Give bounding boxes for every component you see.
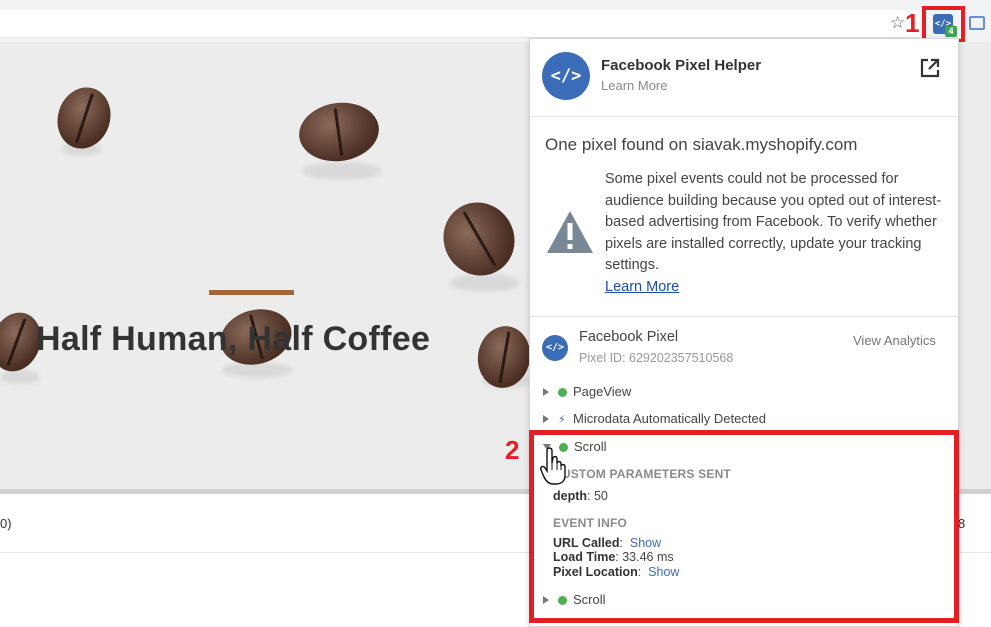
event-name: Microdata Automatically Detected <box>573 411 766 426</box>
pixel-code-icon: </> <box>542 335 568 361</box>
title-accent-rule <box>209 290 294 295</box>
bean-shadow <box>450 274 520 292</box>
warning-message: Some pixel events could not be processed… <box>605 169 950 298</box>
lightning-icon: ⚡ <box>558 413 566 426</box>
bean-shadow <box>302 162 382 180</box>
coffee-bean-image <box>295 97 383 167</box>
hand-cursor-icon <box>540 447 566 485</box>
page-text-fragment: 0) <box>0 516 12 531</box>
callout-number-1: 1 <box>905 8 920 38</box>
event-name: PageView <box>573 384 632 399</box>
expand-triangle-icon[interactable] <box>543 415 549 423</box>
highlight-box <box>529 430 959 623</box>
warning-text: Some pixel events could not be processed… <box>605 171 942 273</box>
pixel-helper-logo-icon: </> <box>542 52 590 100</box>
extension-icon[interactable] <box>969 16 985 30</box>
browser-toolbar: ☆ </> 4 <box>0 0 991 43</box>
expand-triangle-icon[interactable] <box>543 388 549 396</box>
pixel-name: Facebook Pixel <box>579 329 679 345</box>
bean-shadow <box>0 370 40 384</box>
warning-learn-more-link[interactable]: Learn More <box>605 279 679 295</box>
event-row-pageview[interactable]: PageView <box>543 384 631 402</box>
popup-header: </> Facebook Pixel Helper Learn More <box>530 39 958 117</box>
hero-title: Half Human, Half Coffee <box>36 320 431 358</box>
app-title: Facebook Pixel Helper <box>601 57 762 74</box>
view-analytics-link[interactable]: View Analytics <box>853 333 936 348</box>
pixel-id: Pixel ID: 629202357510568 <box>579 351 734 365</box>
address-bar[interactable] <box>0 10 920 38</box>
extension-badge: 4 <box>945 26 957 37</box>
coffee-bean-image <box>430 189 528 289</box>
event-row-microdata[interactable]: ⚡ Microdata Automatically Detected <box>543 411 766 429</box>
coffee-bean-image <box>49 80 119 156</box>
page-text-fragment: 8 <box>958 516 966 531</box>
divider <box>530 316 958 317</box>
open-external-icon[interactable] <box>919 57 941 79</box>
learn-more-link[interactable]: Learn More <box>601 78 667 93</box>
status-ok-icon <box>558 388 567 397</box>
pixel-found-text: One pixel found on siavak.myshopify.com <box>545 135 858 154</box>
warning-icon <box>547 211 593 253</box>
callout-number-2: 2 <box>505 435 520 465</box>
